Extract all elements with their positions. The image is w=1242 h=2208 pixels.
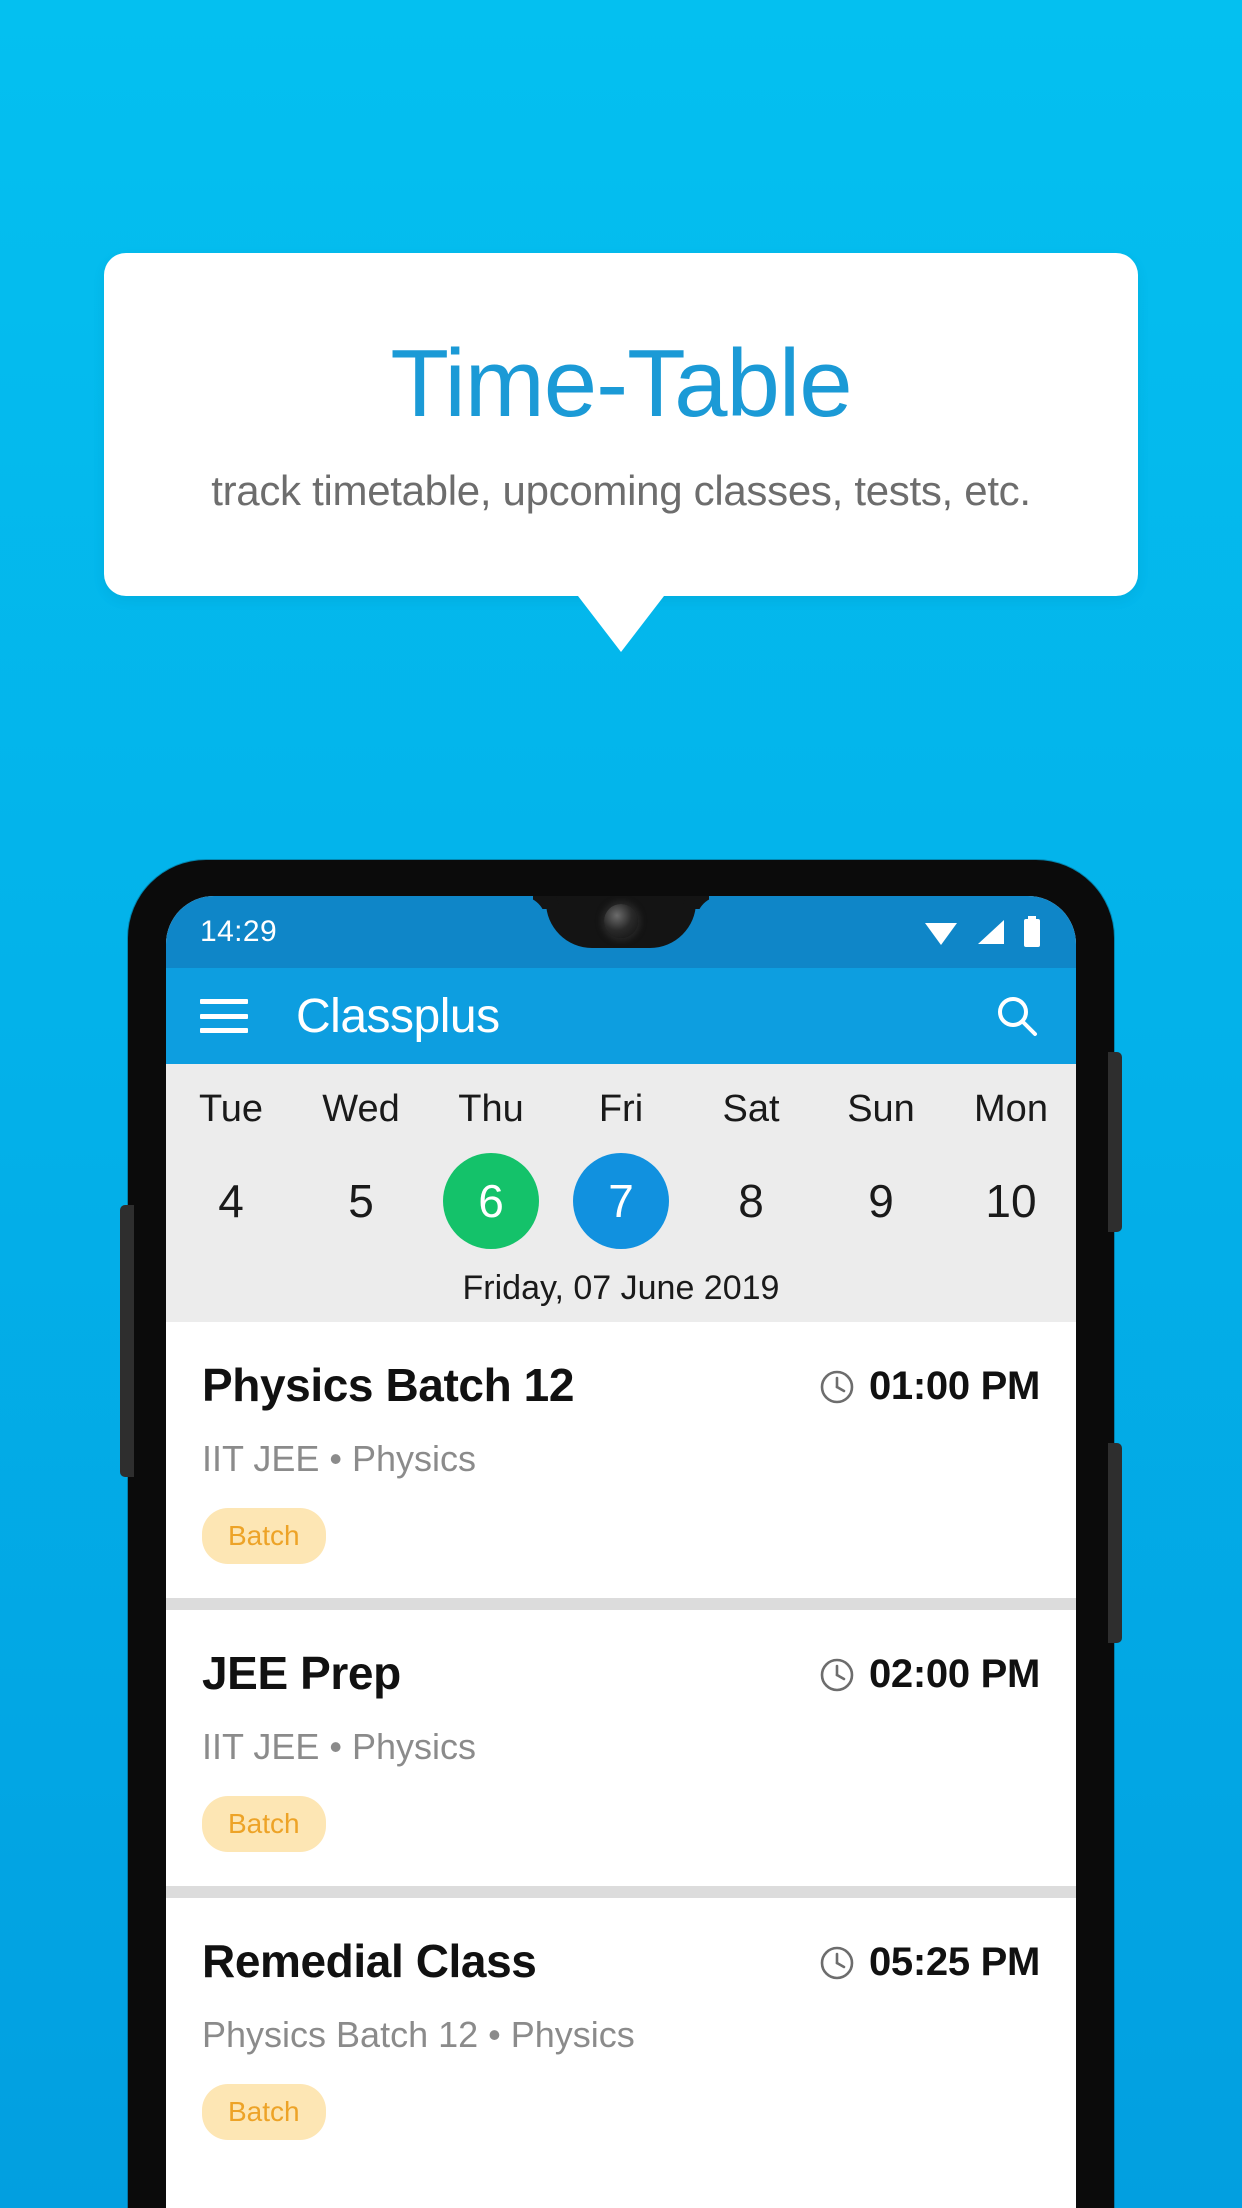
app-bar: Classplus: [166, 968, 1076, 1064]
class-time: 05:25 PM: [868, 1940, 1040, 1984]
date-button-3[interactable]: 7: [556, 1153, 686, 1249]
day-name-row: Tue Wed Thu Fri Sat Sun Mon: [166, 1088, 1076, 1131]
class-type-chip: Batch: [202, 1796, 326, 1852]
search-icon[interactable]: [992, 991, 1042, 1041]
class-subtitle: IIT JEE • Physics: [202, 1726, 477, 1767]
promo-callout-card: Time-Table track timetable, upcoming cla…: [104, 253, 1138, 596]
front-camera-icon: [604, 904, 638, 938]
class-title: Physics Batch 12: [202, 1359, 575, 1411]
callout-pointer-triangle: [578, 596, 664, 652]
day-cell-5[interactable]: Sun: [816, 1088, 946, 1131]
day-name: Sat: [722, 1088, 780, 1130]
class-time-group: 05:25 PM: [819, 1934, 1040, 1985]
class-time-group: 01:00 PM: [819, 1358, 1040, 1409]
notch: [546, 896, 696, 948]
date-button-5[interactable]: 9: [816, 1153, 946, 1249]
class-time: 02:00 PM: [868, 1652, 1040, 1696]
hamburger-icon[interactable]: [200, 999, 248, 1033]
day-name: Thu: [458, 1088, 524, 1130]
class-time-group: 02:00 PM: [819, 1646, 1040, 1697]
class-type-chip: Batch: [202, 1508, 326, 1564]
date-button-4[interactable]: 8: [686, 1153, 816, 1249]
day-name: Sun: [847, 1088, 915, 1130]
app-title: Classplus: [296, 989, 500, 1043]
class-card[interactable]: Remedial Class 05:25 PM Physics Batch 12…: [166, 1898, 1076, 2174]
date-strip: Tue Wed Thu Fri Sat Sun Mon 4 5 6 7 8 9 …: [166, 1064, 1076, 1322]
day-number-row: 4 5 6 7 8 9 10: [166, 1153, 1076, 1249]
day-number-today: 6: [443, 1153, 539, 1249]
day-cell-1[interactable]: Wed: [296, 1088, 426, 1131]
selected-date-label: Friday, 07 June 2019: [462, 1269, 780, 1307]
class-card[interactable]: JEE Prep 02:00 PM IIT JEE • Physics Batc…: [166, 1610, 1076, 1886]
page-subtitle: track timetable, upcoming classes, tests…: [211, 466, 1031, 514]
phone-right-volume-button: [1108, 1443, 1122, 1643]
day-cell-3[interactable]: Fri: [556, 1088, 686, 1131]
class-card[interactable]: Physics Batch 12 01:00 PM IIT JEE • Phys…: [166, 1322, 1076, 1598]
day-name: Tue: [198, 1088, 264, 1130]
class-card-header: JEE Prep 02:00 PM: [202, 1646, 1040, 1700]
wifi-icon: [925, 923, 957, 945]
status-bar: 14:29: [166, 896, 1076, 968]
class-card-header: Remedial Class 05:25 PM: [202, 1934, 1040, 1988]
class-list: Physics Batch 12 01:00 PM IIT JEE • Phys…: [166, 1322, 1076, 2174]
class-type-chip: Batch: [202, 2084, 326, 2140]
day-number: 4: [218, 1175, 244, 1227]
class-subtitle: IIT JEE • Physics: [202, 1438, 477, 1479]
clock-icon: [820, 1370, 854, 1403]
day-number-selected: 7: [573, 1153, 669, 1249]
battery-icon: [1024, 916, 1040, 947]
class-title: Remedial Class: [202, 1935, 537, 1987]
class-subtitle: Physics Batch 12 • Physics: [202, 2014, 635, 2055]
phone-mockup: 14:29 Classplus Tue Wed Thu Fri Sat Sun …: [120, 860, 1122, 2208]
class-title: JEE Prep: [202, 1647, 401, 1699]
day-cell-2[interactable]: Thu: [426, 1088, 556, 1131]
status-bar-clock: 14:29: [200, 915, 278, 948]
status-bar-icons: [924, 916, 1042, 948]
day-cell-6[interactable]: Mon: [946, 1088, 1076, 1131]
class-card-header: Physics Batch 12 01:00 PM: [202, 1358, 1040, 1412]
page-title: Time-Table: [390, 330, 852, 438]
date-button-1[interactable]: 5: [296, 1153, 426, 1249]
date-button-0[interactable]: 4: [166, 1153, 296, 1249]
date-button-2[interactable]: 6: [426, 1153, 556, 1249]
day-cell-4[interactable]: Sat: [686, 1088, 816, 1131]
class-time: 01:00 PM: [868, 1364, 1040, 1408]
phone-right-power-button: [1108, 1052, 1122, 1232]
day-number: 10: [985, 1175, 1037, 1227]
day-name: Fri: [598, 1088, 644, 1130]
clock-icon: [820, 1946, 854, 1979]
day-name: Mon: [974, 1088, 1048, 1130]
phone-left-button: [120, 1205, 134, 1477]
day-name: Wed: [322, 1088, 400, 1130]
signal-icon: [978, 920, 1004, 944]
date-button-6[interactable]: 10: [946, 1153, 1076, 1249]
day-cell-0[interactable]: Tue: [166, 1088, 296, 1131]
promo-screenshot-root: Time-Table track timetable, upcoming cla…: [0, 0, 1242, 2208]
clock-icon: [820, 1658, 854, 1691]
phone-screen: 14:29 Classplus Tue Wed Thu Fri Sat Sun …: [166, 896, 1076, 2208]
day-number: 9: [868, 1175, 894, 1227]
day-number: 5: [348, 1175, 374, 1227]
day-number: 8: [738, 1175, 764, 1227]
